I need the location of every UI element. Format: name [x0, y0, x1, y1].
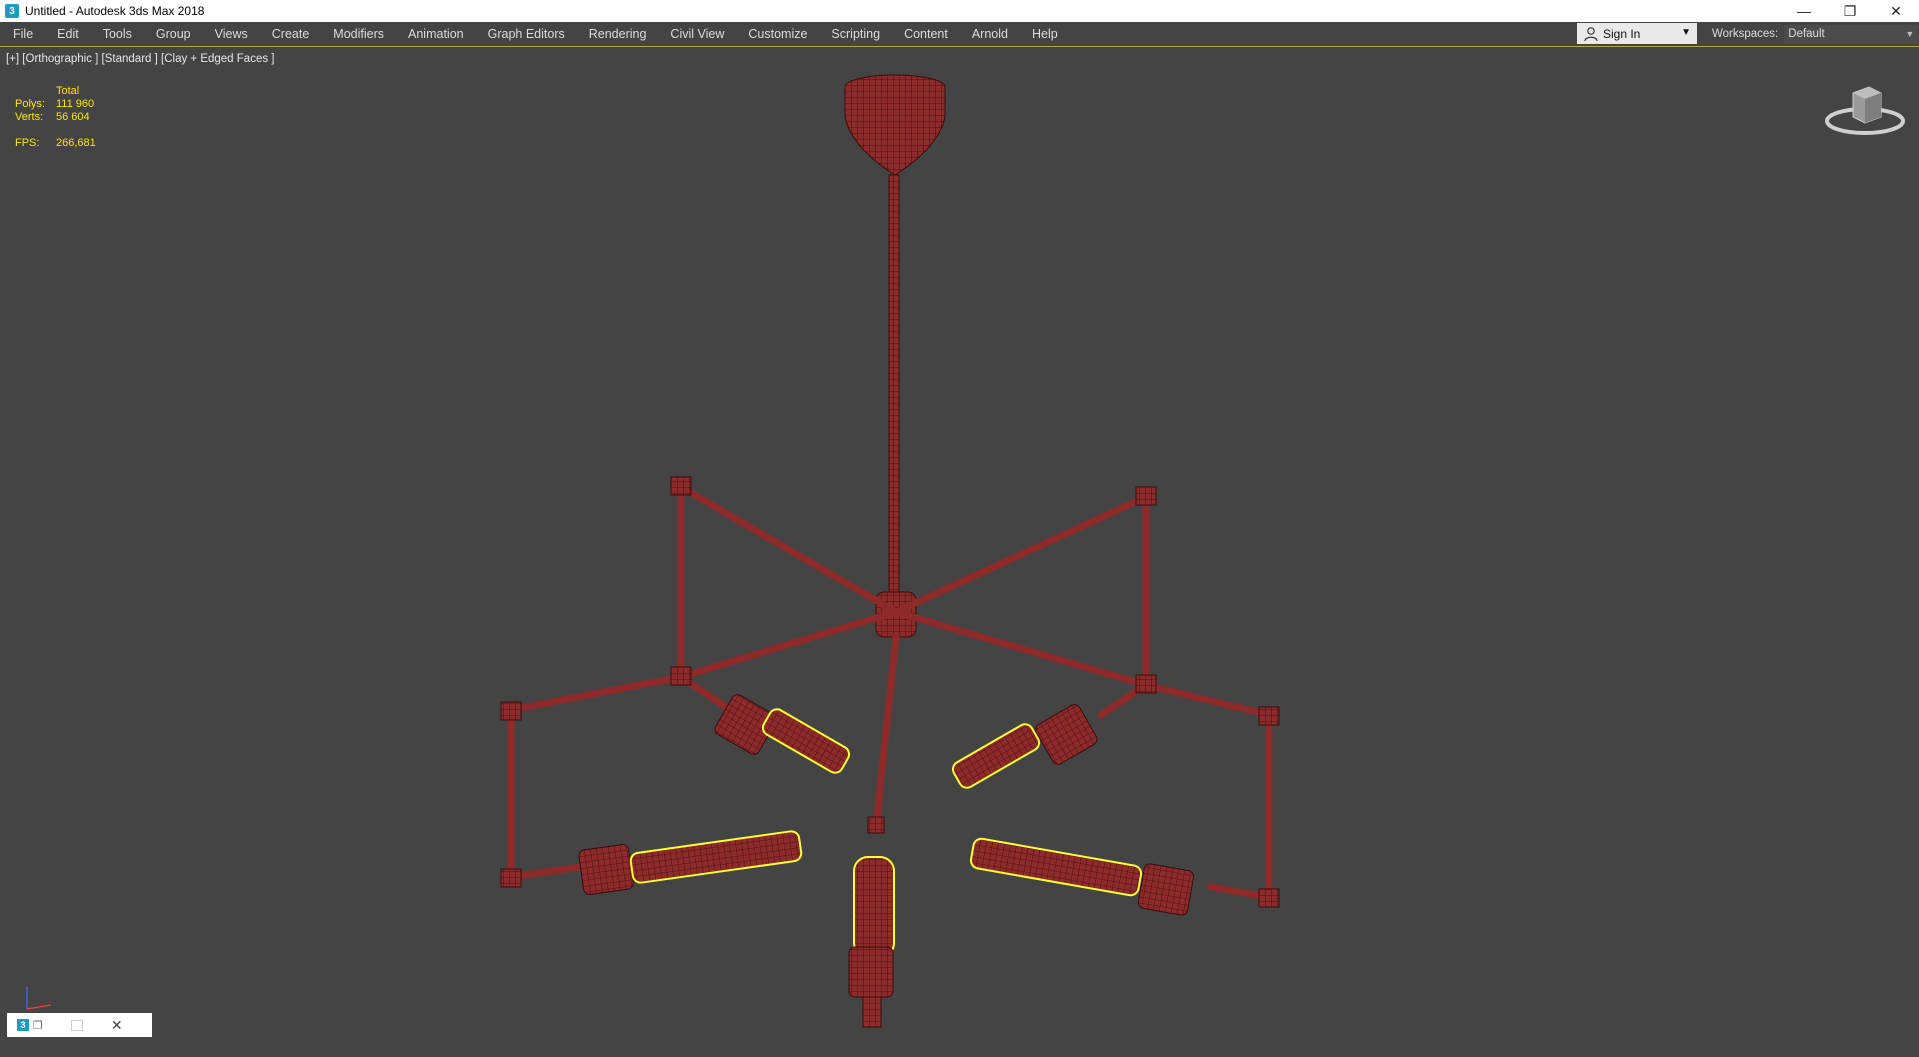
- menu-file[interactable]: File: [0, 22, 45, 46]
- stats-verts-label: Verts:: [15, 111, 44, 123]
- menu-edit[interactable]: Edit: [45, 22, 91, 46]
- menu-graph-editors[interactable]: Graph Editors: [476, 22, 577, 46]
- menu-civil-view[interactable]: Civil View: [658, 22, 736, 46]
- stats-polys-label: Polys:: [15, 98, 45, 110]
- close-button[interactable]: ✕: [1873, 0, 1919, 22]
- chandelier-model[interactable]: [491, 67, 1291, 1057]
- chevron-down-icon: ▼: [1681, 27, 1691, 38]
- axis-tripod-icon: [26, 987, 52, 1010]
- stats-total-label: Total: [56, 85, 80, 97]
- sign-in-button[interactable]: Sign In ▼: [1577, 23, 1697, 44]
- viewcube-icon[interactable]: [1823, 79, 1907, 145]
- close-icon[interactable]: ✕: [111, 1017, 123, 1034]
- restore-button[interactable]: ❐: [1827, 0, 1873, 22]
- viewport-label[interactable]: [+] [Orthographic ] [Standard ] [Clay + …: [6, 53, 274, 65]
- workspaces-control: Workspaces: Default ▼: [1712, 22, 1919, 46]
- workspaces-dropdown[interactable]: Default ▼: [1784, 24, 1919, 44]
- menu-help[interactable]: Help: [1020, 22, 1070, 46]
- menu-customize[interactable]: Customize: [736, 22, 819, 46]
- minimized-window-bar[interactable]: 3 ❐ ✕: [7, 1013, 152, 1037]
- stats-fps-value: 266,681: [56, 137, 96, 149]
- menu-group[interactable]: Group: [144, 22, 203, 46]
- sign-in-label: Sign In: [1603, 26, 1641, 41]
- title-bar: 3 Untitled - Autodesk 3ds Max 2018 — ❐ ✕: [0, 0, 1919, 22]
- window-controls: — ❐ ✕: [1781, 0, 1919, 22]
- stats-polys-value: 111 960: [56, 98, 95, 110]
- window-title: Untitled - Autodesk 3ds Max 2018: [25, 4, 205, 18]
- menu-tools[interactable]: Tools: [91, 22, 144, 46]
- 3dsmax-app-icon[interactable]: 3: [5, 4, 19, 18]
- stats-fps-label: FPS:: [15, 137, 40, 149]
- menu-scripting[interactable]: Scripting: [819, 22, 892, 46]
- minimize-button[interactable]: —: [1781, 0, 1827, 22]
- menu-arnold[interactable]: Arnold: [960, 22, 1020, 46]
- restore-icon[interactable]: ❐: [33, 1019, 43, 1032]
- menu-views[interactable]: Views: [203, 22, 260, 46]
- menu-modifiers[interactable]: Modifiers: [321, 22, 396, 46]
- menu-content[interactable]: Content: [892, 22, 960, 46]
- menu-animation[interactable]: Animation: [396, 22, 476, 46]
- menu-rendering[interactable]: Rendering: [577, 22, 659, 46]
- chevron-down-icon: ▼: [1905, 28, 1915, 39]
- workspaces-label: Workspaces:: [1712, 28, 1779, 40]
- viewport-perspective[interactable]: [+] [Orthographic ] [Standard ] [Clay + …: [1, 47, 1918, 1037]
- 3dsmax-app-icon[interactable]: 3: [17, 1019, 29, 1031]
- menu-bar: File Edit Tools Group Views Create Modif…: [0, 22, 1919, 47]
- menu-create[interactable]: Create: [260, 22, 322, 46]
- workspaces-value: Default: [1788, 27, 1825, 40]
- stats-verts-value: 56 604: [56, 111, 90, 123]
- user-icon: [1584, 26, 1598, 41]
- maximize-icon[interactable]: [70, 1019, 83, 1031]
